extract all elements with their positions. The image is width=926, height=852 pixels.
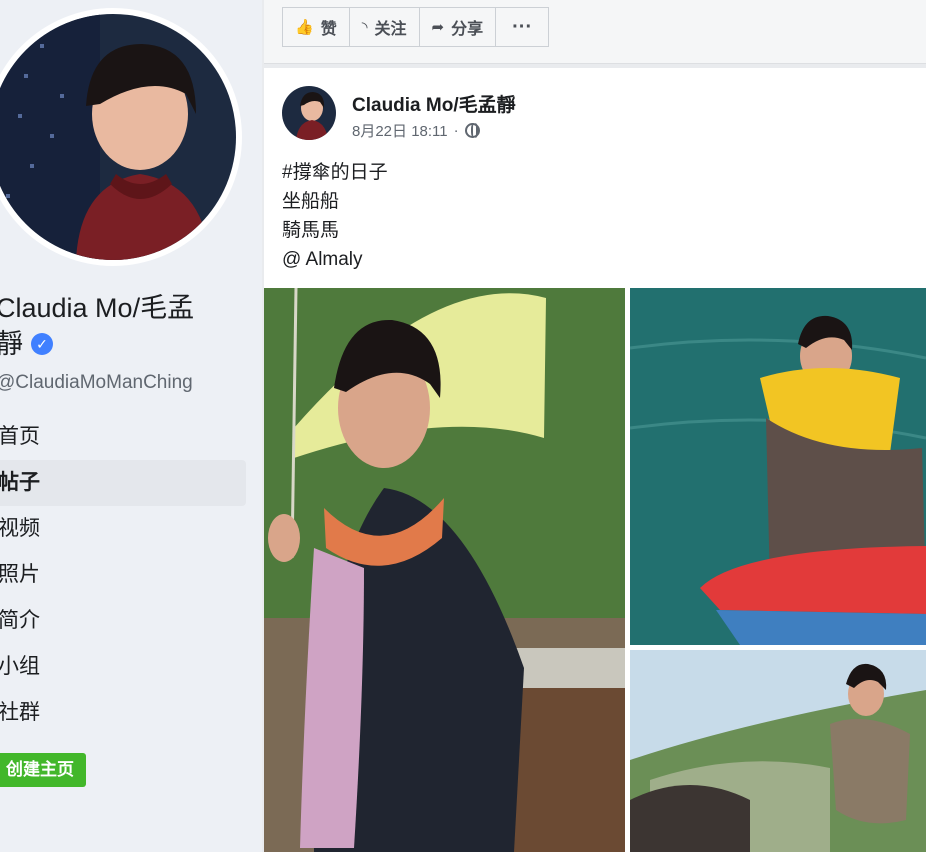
boat-photo-image [630, 288, 926, 645]
more-button[interactable]: ··· [495, 7, 550, 47]
post-text-line: @ Almaly [282, 249, 363, 270]
post-author[interactable]: Claudia Mo/毛孟靜 [352, 90, 516, 117]
like-button[interactable]: 👍 赞 [282, 7, 350, 47]
post-photo-horse[interactable] [630, 650, 926, 852]
like-label: 赞 [320, 21, 337, 38]
horse-photo-image [630, 650, 926, 852]
follow-button[interactable]: ◝ 关注 [348, 7, 420, 47]
page-name-line2: 靜 [0, 329, 23, 359]
author-avatar-image [282, 86, 336, 140]
post-photo-boat[interactable] [630, 288, 926, 645]
profile-photo-image [0, 14, 236, 260]
post-card: Claudia Mo/毛孟靜 8月22日 18:11 · #撐傘的日子 坐船船 … [264, 68, 926, 852]
profile-picture[interactable] [0, 8, 242, 266]
verified-badge-icon: ✓ [31, 333, 53, 355]
umbrella-photo-image [264, 288, 625, 852]
page-nav: 首页 帖子 视频 照片 简介 小组 社群 [0, 414, 246, 736]
share-arrow-icon: ➦ [431, 19, 445, 36]
meta-separator: · [453, 122, 459, 139]
post-text: #撐傘的日子 坐船船 騎馬馬 @ Almaly [282, 158, 388, 274]
share-button[interactable]: ➦ 分享 [418, 7, 497, 47]
page-name-line1: Claudia Mo/毛孟 [0, 293, 195, 323]
nav-item-community[interactable]: 社群 [0, 690, 246, 736]
post-photo-umbrella[interactable] [264, 288, 625, 852]
post-text-line: 坐船船 [282, 191, 340, 212]
post-date[interactable]: 8月22日 18:11 [352, 120, 448, 141]
nav-item-photos[interactable]: 照片 [0, 552, 246, 598]
page-name[interactable]: Claudia Mo/毛孟 靜 ✓ [0, 290, 246, 362]
post-meta: 8月22日 18:11 · [352, 120, 480, 141]
nav-item-videos[interactable]: 视频 [0, 506, 246, 552]
thumbs-up-icon: 👍 [295, 19, 314, 36]
nav-item-about[interactable]: 简介 [0, 598, 246, 644]
post-text-line: #撐傘的日子 [282, 162, 388, 183]
create-page-button[interactable]: 创建主页 [0, 753, 86, 787]
nav-item-home[interactable]: 首页 [0, 414, 246, 460]
post-text-line: 騎馬馬 [282, 220, 340, 241]
page-handle: @ClaudiaMoManChing [0, 372, 193, 393]
author-avatar[interactable] [282, 86, 336, 140]
page-action-bar: 👍 赞 ◝ 关注 ➦ 分享 ··· [264, 0, 926, 64]
rss-icon: ◝ [361, 19, 368, 36]
share-label: 分享 [451, 21, 484, 38]
nav-item-groups[interactable]: 小组 [0, 644, 246, 690]
more-icon: ··· [512, 15, 533, 38]
nav-item-posts[interactable]: 帖子 [0, 460, 246, 506]
follow-label: 关注 [374, 21, 407, 38]
globe-icon [464, 123, 480, 138]
page-sidebar: Claudia Mo/毛孟 靜 ✓ @ClaudiaMoManChing 首页 … [0, 0, 262, 852]
